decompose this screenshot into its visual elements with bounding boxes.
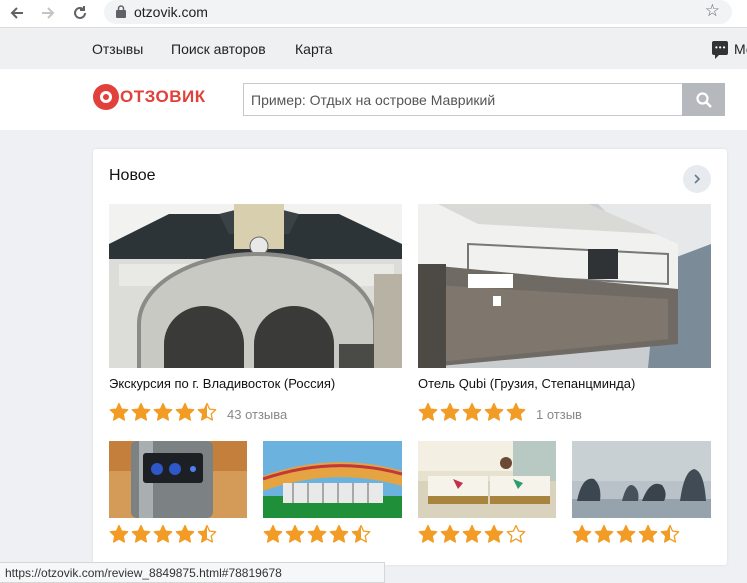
new-reviews-card: Новое Экскурсия по г. Владивосток (Росси…	[93, 149, 727, 565]
nav-reviews-link[interactable]: Отзывы	[92, 41, 143, 57]
messages-icon[interactable]: •••	[712, 41, 728, 59]
back-icon[interactable]	[6, 2, 28, 24]
search-input[interactable]	[243, 83, 682, 116]
star-full-icon	[109, 402, 129, 421]
search-button[interactable]	[682, 83, 725, 116]
reload-icon[interactable]	[69, 2, 91, 24]
star-full-icon	[307, 524, 327, 543]
star-full-icon	[638, 524, 658, 543]
item-rating	[572, 524, 680, 544]
next-button[interactable]	[683, 165, 711, 193]
star-full-icon	[462, 524, 482, 543]
item-title[interactable]: Отель Qubi (Грузия, Степанцминда)	[418, 376, 635, 391]
otzovik-logo[interactable]: ОТЗОВИК	[93, 84, 206, 110]
star-full-icon	[175, 402, 195, 421]
chevron-right-icon	[694, 174, 701, 184]
hotel-qubi-photo[interactable]	[418, 204, 711, 368]
star-full-icon	[131, 402, 151, 421]
browser-status-bar: https://otzovik.com/review_8849875.html#…	[0, 562, 385, 583]
site-header: ОТЗОВИК	[0, 69, 747, 130]
forward-icon[interactable]	[37, 2, 59, 24]
address-bar[interactable]: otzovik.com ☆	[104, 0, 732, 24]
search-icon	[695, 91, 712, 108]
star-full-icon	[418, 524, 438, 543]
item-rating	[109, 524, 217, 544]
star-full-icon	[440, 524, 460, 543]
star-full-icon	[285, 524, 305, 543]
star-full-icon	[462, 402, 482, 421]
item-rating	[418, 402, 526, 422]
star-full-icon	[594, 524, 614, 543]
review-count[interactable]: 43 отзыва	[227, 407, 287, 422]
url-text: otzovik.com	[134, 4, 208, 20]
appliance-photo[interactable]	[109, 441, 247, 518]
item-rating	[418, 524, 526, 544]
star-full-icon	[616, 524, 636, 543]
vladivostok-station-photo[interactable]	[109, 204, 402, 368]
review-count[interactable]: 1 отзыв	[536, 407, 582, 422]
hotel-room-photo[interactable]	[418, 441, 556, 518]
star-full-icon	[484, 402, 504, 421]
lock-icon	[116, 5, 126, 18]
stadium-photo[interactable]	[263, 441, 402, 518]
browser-toolbar: otzovik.com ☆	[0, 0, 747, 28]
star-half-icon	[351, 524, 371, 543]
star-half-icon	[197, 402, 217, 421]
star-full-icon	[572, 524, 592, 543]
star-empty-icon	[506, 524, 526, 543]
item-title[interactable]: Экскурсия по г. Владивосток (Россия)	[109, 376, 335, 391]
halong-bay-photo[interactable]	[572, 441, 711, 518]
section-title: Новое	[109, 167, 156, 184]
star-half-icon	[660, 524, 680, 543]
star-full-icon	[329, 524, 349, 543]
star-full-icon	[484, 524, 504, 543]
star-full-icon	[418, 402, 438, 421]
star-half-icon	[197, 524, 217, 543]
item-rating	[109, 402, 217, 422]
star-full-icon	[440, 402, 460, 421]
nav-authors-search-link[interactable]: Поиск авторов	[171, 41, 266, 57]
site-topnav: Отзывы Поиск авторов Карта ••• Ме	[0, 29, 747, 69]
star-full-icon	[153, 524, 173, 543]
item-rating	[263, 524, 371, 544]
logo-mark-icon	[93, 84, 119, 110]
star-full-icon	[153, 402, 173, 421]
star-full-icon	[175, 524, 195, 543]
star-full-icon	[506, 402, 526, 421]
star-full-icon	[263, 524, 283, 543]
star-full-icon	[131, 524, 151, 543]
nav-map-link[interactable]: Карта	[295, 41, 332, 57]
bookmark-star-icon[interactable]: ☆	[705, 1, 720, 21]
star-full-icon	[109, 524, 129, 543]
messages-label[interactable]: Ме	[734, 41, 747, 57]
